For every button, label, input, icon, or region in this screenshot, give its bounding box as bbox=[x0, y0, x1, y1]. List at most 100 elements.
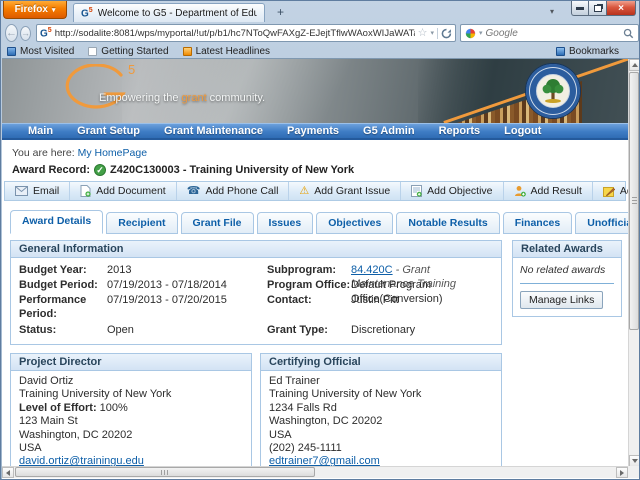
arrow-left-icon bbox=[6, 470, 10, 476]
search-engine-dropdown-icon[interactable]: ▾ bbox=[479, 29, 483, 37]
restore-button[interactable] bbox=[589, 1, 607, 16]
horizontal-scrollbar[interactable] bbox=[2, 466, 628, 478]
minimize-icon bbox=[576, 7, 584, 10]
result-icon bbox=[514, 185, 526, 197]
getting-started-icon bbox=[88, 47, 97, 56]
list-all-tabs-icon[interactable]: ▾ bbox=[550, 7, 554, 16]
breadcrumb-home-link[interactable]: My HomePage bbox=[78, 147, 147, 159]
related-awards-empty-text: No related awards bbox=[520, 264, 614, 276]
g5-banner: 5 Empowering the grant community. bbox=[2, 59, 628, 123]
related-awards-panel: Related Awards No related awards Manage … bbox=[512, 240, 622, 317]
tab-recipient[interactable]: Recipient bbox=[106, 212, 177, 234]
tab-finances[interactable]: Finances bbox=[503, 212, 573, 234]
close-button[interactable]: × bbox=[607, 1, 636, 16]
pd-org: Training University of New York bbox=[19, 388, 243, 401]
scroll-up-button[interactable] bbox=[629, 59, 639, 71]
back-button[interactable]: ← bbox=[5, 24, 18, 42]
co-line: Washington, DC 20202 bbox=[269, 415, 493, 428]
firefox-button-label: Firefox bbox=[15, 4, 48, 15]
manage-links-button[interactable]: Manage Links bbox=[520, 291, 603, 309]
menu-reports[interactable]: Reports bbox=[427, 125, 493, 137]
g5-logo-five: 5 bbox=[128, 62, 135, 77]
tab-unofficial-notes[interactable]: Unofficial Notes bbox=[575, 212, 628, 234]
reload-button[interactable] bbox=[437, 28, 452, 39]
bookmark-most-visited[interactable]: Most Visited bbox=[7, 46, 74, 57]
menu-grant-setup[interactable]: Grant Setup bbox=[65, 125, 152, 137]
menu-g5-admin[interactable]: G5 Admin bbox=[351, 125, 427, 137]
g5-favicon-icon: G5 bbox=[40, 27, 52, 39]
bookmark-star-icon[interactable]: ☆ bbox=[418, 28, 428, 39]
award-record-header: Award Record: ✓ Z420C130003 - Training U… bbox=[2, 161, 628, 180]
tab-title: Welcome to G5 - Department of Educati... bbox=[98, 8, 257, 19]
scrollbar-corner bbox=[628, 466, 639, 478]
panel-title: General Information bbox=[11, 241, 501, 258]
scroll-right-button[interactable] bbox=[616, 467, 628, 478]
bookmarks-menu-button[interactable]: Bookmarks bbox=[556, 46, 619, 57]
url-input[interactable] bbox=[55, 28, 415, 39]
certifying-official-panel: Certifying Official Ed Trainer Training … bbox=[260, 353, 502, 467]
minimize-button[interactable] bbox=[571, 1, 589, 16]
add-grant-issue-button[interactable]: ⚠ Add Grant Issue bbox=[289, 182, 401, 200]
tab-notable-results[interactable]: Notable Results bbox=[396, 212, 499, 234]
breadcrumb: You are here: My HomePage bbox=[2, 145, 628, 161]
chevron-down-icon: ▾ bbox=[52, 6, 56, 14]
vertical-scrollbar[interactable] bbox=[628, 59, 639, 467]
forward-button[interactable]: → bbox=[20, 26, 31, 41]
co-line: Ed Trainer bbox=[269, 375, 493, 388]
bookmarks-toolbar: Most Visited Getting Started Latest Head… bbox=[1, 44, 639, 58]
arrow-down-icon bbox=[632, 459, 638, 463]
panel-title: Certifying Official bbox=[261, 354, 501, 371]
browser-tab[interactable]: G5 Welcome to G5 - Department of Educati… bbox=[73, 3, 265, 22]
horizontal-scroll-thumb[interactable] bbox=[15, 467, 315, 477]
tab-issues[interactable]: Issues bbox=[257, 212, 314, 234]
subprogram-link[interactable]: 84.420C bbox=[351, 264, 393, 276]
window-controls: × bbox=[571, 1, 636, 16]
project-director-panel: Project Director David Ortiz Training Un… bbox=[10, 353, 252, 467]
page-content: 5 Empowering the grant community. bbox=[2, 59, 628, 467]
tab-grant-file[interactable]: Grant File bbox=[181, 212, 254, 234]
menu-grant-maintenance[interactable]: Grant Maintenance bbox=[152, 125, 275, 137]
add-document-icon bbox=[80, 185, 91, 197]
panel-title: Related Awards bbox=[513, 241, 621, 258]
add-objective-button[interactable]: Add Objective bbox=[401, 182, 503, 200]
add-phone-call-button[interactable]: ☎ Add Phone Call bbox=[177, 182, 290, 200]
bookmark-getting-started[interactable]: Getting Started bbox=[88, 46, 168, 57]
tab-award-details[interactable]: Award Details bbox=[10, 210, 103, 234]
general-information-panel: General Information Budget Year:2013 Bud… bbox=[10, 240, 502, 345]
scroll-grip bbox=[161, 470, 162, 475]
url-dropdown-icon[interactable]: ▾ bbox=[430, 29, 434, 37]
tab-objectives[interactable]: Objectives bbox=[316, 212, 393, 234]
feed-icon bbox=[183, 47, 192, 56]
browser-window: Firefox ▾ G5 Welcome to G5 - Department … bbox=[0, 0, 640, 480]
add-document-button[interactable]: Add Document bbox=[70, 182, 176, 200]
pd-effort: Level of Effort: 100% bbox=[19, 402, 243, 415]
general-info-right-column: Subprogram: 84.420C - Grant Maintenance … bbox=[267, 263, 493, 338]
bookmark-latest-headlines[interactable]: Latest Headlines bbox=[183, 46, 271, 57]
back-icon: ← bbox=[6, 27, 17, 39]
menu-logout[interactable]: Logout bbox=[492, 125, 553, 137]
scroll-left-button[interactable] bbox=[2, 467, 14, 478]
note-icon bbox=[603, 186, 615, 197]
email-button[interactable]: Email bbox=[5, 182, 70, 200]
check-circle-icon: ✓ bbox=[94, 164, 106, 176]
vertical-scroll-thumb[interactable] bbox=[629, 72, 639, 330]
navigation-toolbar: ← → G5 ☆ ▾ ▾ bbox=[1, 22, 639, 44]
action-toolbar: Email Add Document ☎ Add Phone Call bbox=[4, 181, 626, 201]
co-line: 1234 Falls Rd bbox=[269, 402, 493, 415]
doe-seal bbox=[525, 63, 581, 119]
co-line: (202) 245-1111 bbox=[269, 442, 493, 455]
search-input[interactable] bbox=[486, 28, 620, 39]
oak-tree-icon bbox=[537, 75, 569, 107]
new-tab-button[interactable]: + bbox=[269, 6, 292, 21]
panel-title: Project Director bbox=[11, 354, 251, 371]
add-note-button[interactable]: Add Note bbox=[593, 182, 628, 200]
menu-main[interactable]: Main bbox=[16, 125, 65, 137]
menu-payments[interactable]: Payments bbox=[275, 125, 351, 137]
search-icon[interactable] bbox=[623, 28, 634, 39]
email-icon bbox=[15, 186, 28, 196]
g5-favicon-icon: G5 bbox=[81, 7, 93, 19]
pd-address-line: USA bbox=[19, 442, 243, 455]
bookmarks-icon bbox=[556, 47, 565, 56]
add-result-button[interactable]: Add Result bbox=[504, 182, 593, 200]
firefox-menu-button[interactable]: Firefox ▾ bbox=[3, 1, 67, 19]
